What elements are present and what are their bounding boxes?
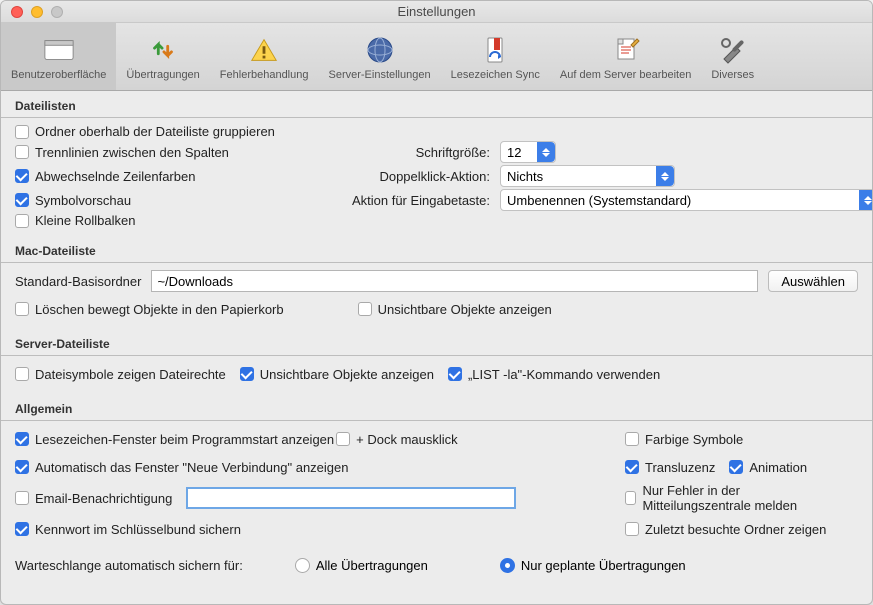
section-header-general: Allgemein [1,394,872,421]
section-header-mac: Mac-Dateiliste [1,236,872,263]
label: Nur geplante Übertragungen [521,558,686,573]
globe-icon [364,34,396,66]
email-checkbox[interactable]: Email-Benachrichtigung [15,491,172,506]
label: Transluzenz [645,460,715,475]
choose-button[interactable]: Auswählen [768,270,858,292]
icon-preview-checkbox[interactable]: Symbolvorschau [15,193,301,208]
list-la-checkbox[interactable]: „LIST -la"-Kommando verwenden [448,367,660,382]
titlebar: Einstellungen [1,1,872,23]
tab-label: Server-Einstellungen [328,69,430,81]
font-size-label: Schriftgröße: [325,145,490,160]
label: Kleine Rollbalken [35,213,135,228]
label: Animation [749,460,807,475]
toolbar: Benutzeroberfläche Übertragungen Fehlerb… [1,23,872,91]
label: Ordner oberhalb der Dateiliste gruppiere… [35,124,275,139]
label: Dateisymbole zeigen Dateirechte [35,367,226,382]
dblclick-label: Doppelklick-Aktion: [325,169,490,184]
coloricons-checkbox[interactable]: Farbige Symbole [625,432,743,447]
transfer-icon [147,34,179,66]
small-scrollbars-checkbox[interactable]: Kleine Rollbalken [15,213,301,228]
tab-edit-on-server[interactable]: Auf dem Server bearbeiten [550,23,701,90]
section-header-filelists: Dateilisten [1,91,872,118]
mac-invisible-checkbox[interactable]: Unsichtbare Objekte anzeigen [358,302,552,317]
queue-planned-radio[interactable]: Nur geplante Übertragungen [500,558,686,573]
label: Unsichtbare Objekte anzeigen [378,302,552,317]
tab-label: Diverses [711,69,754,81]
basefolder-input[interactable] [151,270,758,292]
label: Lesezeichen-Fenster beim Programmstart a… [35,432,334,447]
tab-label: Übertragungen [126,69,199,81]
label: Symbolvorschau [35,193,131,208]
errors-only-checkbox[interactable]: Nur Fehler in der Mitteilungszentrale me… [625,483,844,513]
recent-folders-checkbox[interactable]: Zuletzt besuchte Ordner zeigen [625,522,826,537]
alt-rows-checkbox[interactable]: Abwechselnde Zeilenfarben [15,169,301,184]
bookmark-sync-icon [479,34,511,66]
basefolder-label: Standard-Basisordner [15,274,141,289]
window-title: Einstellungen [1,4,872,19]
label: Automatisch das Fenster "Neue Verbindung… [35,460,348,475]
queue-label: Warteschlange automatisch sichern für: [15,558,243,573]
tab-errors[interactable]: Fehlerbehandlung [210,23,319,90]
tab-label: Lesezeichen Sync [451,69,540,81]
label: Löschen bewegt Objekte in den Papierkorb [35,302,284,317]
section-header-server: Server-Dateiliste [1,329,872,356]
separators-checkbox[interactable]: Trennlinien zwischen den Spalten [15,145,301,160]
label: „LIST -la"-Kommando verwenden [468,367,660,382]
dblclick-value: Nichts [507,169,543,184]
queue-all-radio[interactable]: Alle Übertragungen [295,558,428,573]
edit-document-icon [610,34,642,66]
label: Email-Benachrichtigung [35,491,172,506]
animation-checkbox[interactable]: Animation [729,460,807,475]
tab-label: Auf dem Server bearbeiten [560,69,691,81]
font-size-select[interactable]: 12 [500,141,556,163]
enter-label: Aktion für Eingabetaste: [325,193,490,208]
tab-label: Benutzeroberfläche [11,69,106,81]
enter-select[interactable]: Umbenennen (Systemstandard) [500,189,873,211]
label: Abwechselnde Zeilenfarben [35,169,195,184]
email-input[interactable] [186,487,516,509]
label: Farbige Symbole [645,432,743,447]
tab-label: Fehlerbehandlung [220,69,309,81]
translucency-checkbox[interactable]: Transluzenz [625,460,715,475]
tab-interface[interactable]: Benutzeroberfläche [1,23,116,90]
keychain-checkbox[interactable]: Kennwort im Schlüsselbund sichern [15,522,241,537]
tools-icon [717,34,749,66]
enter-value: Umbenennen (Systemstandard) [507,193,691,208]
group-folders-checkbox[interactable]: Ordner oberhalb der Dateiliste gruppiere… [15,124,301,139]
warning-icon [248,34,280,66]
tab-bookmarks-sync[interactable]: Lesezeichen Sync [441,23,550,90]
preferences-window: Einstellungen Benutzeroberfläche Übertra… [0,0,873,605]
trash-checkbox[interactable]: Löschen bewegt Objekte in den Papierkorb [15,302,284,317]
icons-rights-checkbox[interactable]: Dateisymbole zeigen Dateirechte [15,367,226,382]
server-invisible-checkbox[interactable]: Unsichtbare Objekte anzeigen [240,367,434,382]
newconn-checkbox[interactable]: Automatisch das Fenster "Neue Verbindung… [15,460,348,475]
window-icon [43,34,75,66]
label: Kennwort im Schlüsselbund sichern [35,522,241,537]
label: Unsichtbare Objekte anzeigen [260,367,434,382]
label: Zuletzt besuchte Ordner zeigen [645,522,826,537]
bookmarks-checkbox[interactable]: Lesezeichen-Fenster beim Programmstart a… [15,432,334,447]
label: Nur Fehler in der Mitteilungszentrale me… [642,483,844,513]
tab-transfers[interactable]: Übertragungen [116,23,209,90]
tab-server-settings[interactable]: Server-Einstellungen [318,23,440,90]
label: Auswählen [781,274,845,289]
dblclick-select[interactable]: Nichts [500,165,675,187]
dock-checkbox[interactable]: + Dock mausklick [336,432,458,447]
font-size-value: 12 [507,145,521,160]
tab-misc[interactable]: Diverses [701,23,764,90]
content: Dateilisten Ordner oberhalb der Dateilis… [1,91,872,585]
label: Trennlinien zwischen den Spalten [35,145,229,160]
label: + Dock mausklick [356,432,458,447]
label: Alle Übertragungen [316,558,428,573]
